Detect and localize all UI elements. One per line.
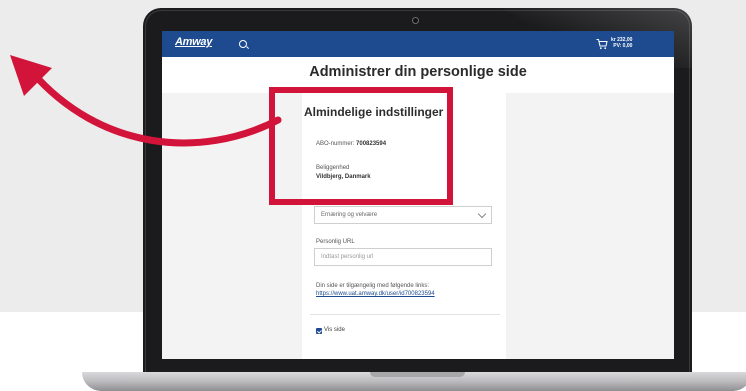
cart-icon[interactable]: [596, 38, 608, 50]
chevron-down-icon: [477, 209, 487, 219]
cart-pv: PV: 0,00: [613, 43, 633, 49]
personal-url-label: Personlig URL: [316, 239, 355, 245]
show-page-label[interactable]: Vis side: [324, 327, 345, 333]
amway-logo[interactable]: Amway: [175, 36, 212, 48]
category-select-value: Ernæring og velvære: [321, 212, 378, 218]
highlight-box: [269, 87, 453, 205]
availability-text: Din side er tilgængelig med følgende lin…: [316, 283, 430, 289]
personal-url-placeholder: Indtast personlig url: [321, 254, 374, 260]
search-icon[interactable]: [239, 40, 247, 48]
show-page-checkbox[interactable]: [316, 328, 322, 334]
personal-url-input[interactable]: Indtast personlig url: [314, 248, 492, 266]
divider: [310, 314, 500, 315]
page-title: Administrer din personlige side: [309, 64, 527, 80]
personal-page-link[interactable]: https://www.uat.amway.dk/user/id70082359…: [316, 291, 435, 297]
laptop-base-notch: [370, 372, 465, 377]
cart-summary[interactable]: kr 232,00 PV: 0,00: [611, 37, 632, 49]
camera-icon: [412, 17, 419, 24]
top-navigation-bar: Amway kr 232,00 PV: 0,00: [162, 31, 674, 57]
category-select[interactable]: Ernæring og velvære: [314, 206, 492, 224]
